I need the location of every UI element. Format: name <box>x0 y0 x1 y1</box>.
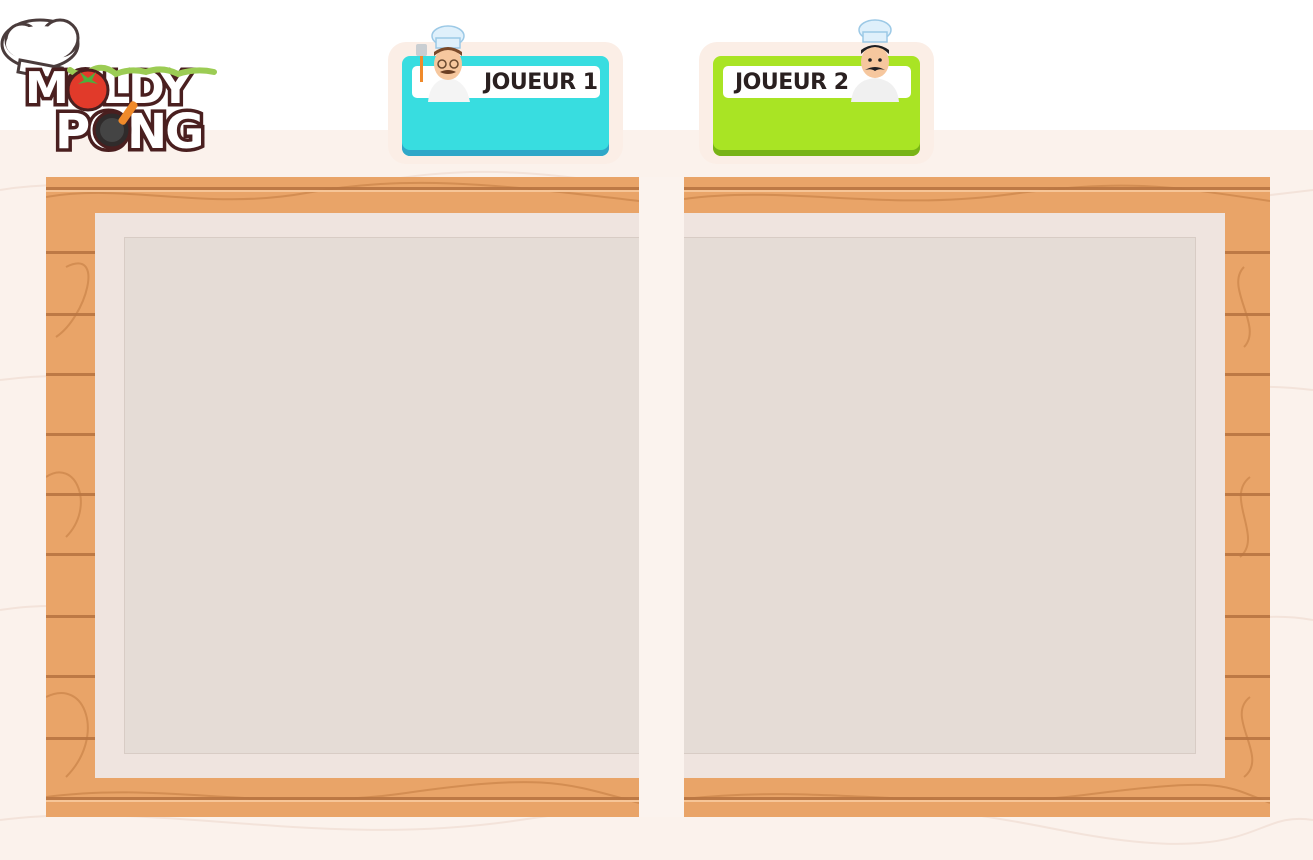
player-1-label: JOUEUR 1 <box>484 69 598 95</box>
play-area[interactable] <box>684 238 1195 753</box>
player-1-board <box>46 177 639 817</box>
player-1-card: JOUEUR 1 <box>388 25 623 164</box>
game-logo: MOLDY PONG <box>0 18 217 158</box>
play-area[interactable] <box>125 238 639 753</box>
chef-with-glasses-icon <box>416 25 470 102</box>
player-2-card: JOUEUR 2 <box>699 19 934 164</box>
player-2-board <box>684 177 1270 817</box>
player-2-label: JOUEUR 2 <box>735 69 849 95</box>
chef-with-mustache-icon <box>851 19 899 102</box>
center-divider <box>639 177 684 817</box>
